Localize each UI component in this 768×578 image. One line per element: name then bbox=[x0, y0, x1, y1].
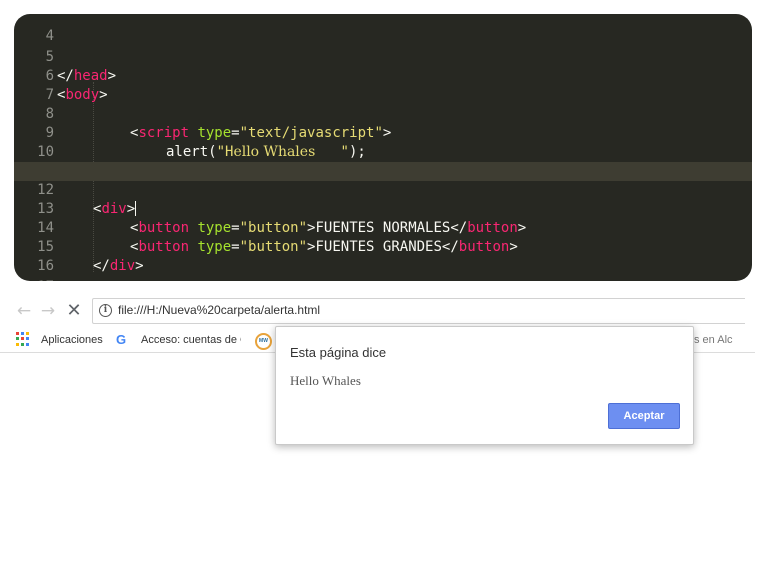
browser-toolbar: ← → ✕ i file:///H:/Nueva%20carpeta/alert… bbox=[0, 298, 768, 324]
code-editor[interactable]: 4 5 </head> 6 <body> 7 8 <script type="t… bbox=[14, 14, 752, 281]
code-line: 9 alert("Hello Whales "); bbox=[14, 105, 752, 160]
code-line: 5 </head> bbox=[14, 29, 752, 84]
code-line: 14 <button type="button">FUENTES GRANDES… bbox=[14, 200, 752, 255]
code-line: 15 </div> bbox=[14, 219, 752, 274]
code-line: 10 </script> bbox=[14, 124, 752, 179]
dialog-message: Hello Whales bbox=[290, 373, 361, 388]
bookmark-truncated[interactable]: s en Alc bbox=[694, 328, 736, 352]
code-line-current: 12 <div> bbox=[14, 162, 752, 217]
back-arrow-icon[interactable]: ← bbox=[14, 298, 34, 324]
bookmark-accounts[interactable]: Acceso: cuentas de C bbox=[141, 328, 241, 352]
alert-dialog: Esta página dice Hello Whales Aceptar bbox=[275, 326, 694, 445]
forward-arrow-icon[interactable]: → bbox=[38, 298, 58, 324]
code-line: 7 bbox=[14, 67, 752, 103]
code-line: 4 bbox=[14, 14, 752, 44]
accept-button[interactable]: Aceptar bbox=[608, 403, 680, 429]
google-icon[interactable]: G bbox=[116, 328, 126, 352]
line-number: 17 bbox=[14, 278, 54, 281]
dialog-title: Esta página dice bbox=[290, 345, 387, 360]
bookmark-apps[interactable]: Aplicaciones bbox=[41, 328, 103, 352]
stop-loading-icon[interactable]: ✕ bbox=[64, 298, 84, 324]
address-bar[interactable]: i file:///H:/Nueva%20carpeta/alerta.html bbox=[92, 298, 745, 324]
code-line: 8 <script type="text/javascript"> bbox=[14, 86, 752, 141]
code-line: 11 bbox=[14, 143, 752, 179]
apps-grid-icon[interactable] bbox=[16, 332, 30, 346]
info-icon[interactable]: i bbox=[99, 304, 112, 317]
code-line: 13 <button type="button">FUENTES NORMALE… bbox=[14, 181, 752, 236]
url-text[interactable]: file:///H:/Nueva%20carpeta/alerta.html bbox=[118, 299, 320, 322]
code-line: 17 <div> bbox=[14, 259, 752, 281]
code-line: 16 bbox=[14, 238, 752, 274]
browser-window: ← → ✕ i file:///H:/Nueva%20carpeta/alert… bbox=[0, 290, 768, 578]
code-line: 6 <body> bbox=[14, 48, 752, 103]
site-favicon-icon[interactable]: MW bbox=[255, 333, 272, 350]
